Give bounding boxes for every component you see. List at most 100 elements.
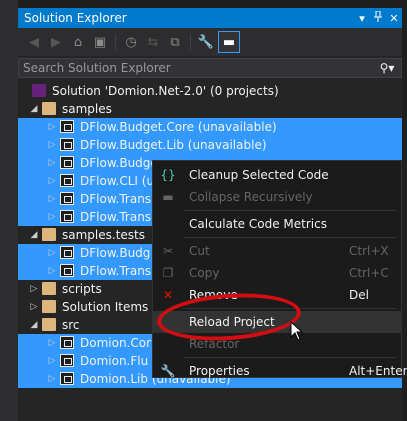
menu-item-reload-project[interactable]: Reload Project	[153, 311, 401, 333]
project-icon	[60, 354, 74, 367]
folder-icon	[42, 228, 56, 241]
menu-item-label: Collapse Recursively	[189, 190, 313, 204]
toolbar-separator	[115, 34, 116, 50]
tree-item-label: src	[62, 318, 80, 332]
remove-icon: ✕	[162, 288, 174, 302]
collapsed-arrow-icon[interactable]: ▷	[46, 334, 58, 352]
menu-item-remove[interactable]: ✕ Remove Del	[153, 284, 401, 306]
minus-icon: ▬	[162, 190, 174, 204]
collapsed-arrow-icon[interactable]: ▷	[46, 190, 58, 208]
tree-item-label: DFlow.Trans	[80, 210, 152, 224]
project-icon	[60, 156, 74, 169]
tree-item-label: samples	[62, 102, 112, 116]
menu-separator	[183, 237, 397, 238]
tree-item-label: DFlow.Budg	[80, 246, 151, 260]
collapsed-arrow-icon[interactable]: ▷	[46, 118, 58, 136]
collapsed-arrow-icon[interactable]: ▷	[46, 352, 58, 370]
menu-item-label: Copy	[189, 266, 220, 280]
sync-icon[interactable]: ⇆	[143, 32, 163, 52]
collapsed-arrow-icon[interactable]: ▷	[28, 280, 40, 298]
expanded-arrow-icon[interactable]: ◢	[28, 226, 40, 244]
menu-separator	[183, 210, 397, 211]
menu-item-shortcut: Ctrl+X	[349, 244, 389, 258]
tree-project-row[interactable]: ▷ DFlow.Budget.Lib (unavailable)	[18, 136, 402, 154]
tree-item-label: Domion.Flu	[80, 354, 149, 368]
search-icon[interactable]: ⚲▾	[373, 61, 401, 75]
expanded-arrow-icon[interactable]: ◢	[28, 100, 40, 118]
collapsed-arrow-icon[interactable]: ▷	[46, 208, 58, 226]
collapsed-arrow-icon[interactable]: ▷	[46, 172, 58, 190]
properties-wrench-icon[interactable]: 🔧	[196, 32, 216, 52]
tree-solution-row[interactable]: Solution 'Domion.Net-2.0' (0 projects)	[18, 82, 402, 100]
menu-item-label: Cut	[189, 244, 210, 258]
collapsed-arrow-icon[interactable]: ▷	[46, 244, 58, 262]
folder-icon	[42, 300, 56, 313]
search-box: ⚲▾	[18, 58, 402, 78]
menu-item-cleanup-selected-code[interactable]: {} Cleanup Selected Code	[153, 164, 401, 186]
folder-icon	[42, 318, 56, 331]
expanded-arrow-icon[interactable]: ◢	[28, 316, 40, 334]
tree-item-label: Solution 'Domion.Net-2.0' (0 projects)	[52, 84, 279, 98]
collapsed-arrow-icon[interactable]: ▷	[46, 136, 58, 154]
home-icon[interactable]: ⌂	[68, 32, 88, 52]
menu-item-properties[interactable]: 🔧 Properties Alt+Enter	[153, 360, 407, 382]
collapsed-arrow-icon[interactable]: ▷	[28, 298, 40, 316]
toolbar: ◀ ▶ ⌂ ▣ ◷ ⇆ ⧉ 🔧 ▬	[18, 28, 402, 56]
menu-item-label: Reload Project	[189, 315, 275, 329]
tree-item-label: DFlow.Budget.Lib (unavailable)	[80, 138, 267, 152]
menu-item-label: Remove	[189, 288, 238, 302]
tree-folder-row[interactable]: ◢ samples	[18, 100, 402, 118]
collapse-all-icon[interactable]: ⧉	[165, 32, 185, 52]
project-icon	[60, 174, 74, 187]
tree-item-label: DFlow.Trans	[80, 264, 152, 278]
collapsed-arrow-icon[interactable]: ▷	[46, 154, 58, 172]
project-icon	[60, 120, 74, 133]
search-input[interactable]	[19, 60, 373, 76]
project-icon	[60, 192, 74, 205]
menu-item-shortcut: Del	[349, 288, 369, 302]
scissors-icon: ✂	[162, 244, 174, 258]
window-title: Solution Explorer	[24, 11, 127, 25]
menu-item-copy[interactable]: ❐ Copy Ctrl+C	[153, 262, 401, 284]
menu-item-label: Cleanup Selected Code	[189, 168, 329, 182]
tree-item-label: samples.tests	[62, 228, 145, 242]
tree-item-label: DFlow.Budge	[80, 156, 158, 170]
menu-separator	[183, 357, 397, 358]
pending-changes-icon[interactable]: ◷	[121, 32, 141, 52]
menu-separator	[183, 308, 397, 309]
tree-item-label: DFlow.Trans	[80, 192, 152, 206]
tree-item-label: DFlow.CLI (u	[80, 174, 155, 188]
left-dock-strip	[0, 0, 18, 421]
chevron-down-icon[interactable]: ▾	[354, 12, 370, 25]
preview-selected-icon[interactable]: ▬	[218, 31, 240, 53]
tree-item-label: Solution Items	[62, 300, 149, 314]
collapsed-arrow-icon[interactable]: ▷	[46, 262, 58, 280]
project-icon	[60, 210, 74, 223]
switch-views-icon[interactable]: ▣	[90, 32, 110, 52]
menu-item-calculate-code-metrics[interactable]: Calculate Code Metrics	[153, 213, 401, 235]
project-icon	[60, 264, 74, 277]
close-icon[interactable]: ✕	[386, 12, 402, 25]
solution-icon	[32, 84, 46, 97]
context-menu: {} Cleanup Selected Code ▬ Collapse Recursi…	[152, 160, 407, 378]
forward-icon[interactable]: ▶	[46, 32, 66, 52]
menu-item-label: Calculate Code Metrics	[189, 217, 327, 231]
tree-item-label: DFlow.Budget.Core (unavailable)	[80, 120, 277, 134]
title-bar: Solution Explorer ▾ ✕	[18, 8, 402, 28]
copy-icon: ❐	[162, 266, 174, 280]
menu-item-cut[interactable]: ✂ Cut Ctrl+X	[153, 240, 401, 262]
menu-item-collapse-recursively[interactable]: ▬ Collapse Recursively	[153, 186, 401, 208]
menu-item-refactor[interactable]: Refactor	[153, 333, 401, 355]
tree-project-row[interactable]: ▷ DFlow.Budget.Core (unavailable)	[18, 118, 402, 136]
menu-item-shortcut: Ctrl+C	[349, 266, 389, 280]
menu-item-label: Refactor	[189, 337, 240, 351]
toolbar-separator	[190, 34, 191, 50]
folder-icon	[42, 102, 56, 115]
menu-item-shortcut: Alt+Enter	[349, 364, 407, 378]
tree-item-label: Domion.Cor	[80, 336, 152, 350]
folder-icon	[42, 282, 56, 295]
menu-item-label: Properties	[189, 364, 250, 378]
back-icon[interactable]: ◀	[24, 32, 44, 52]
collapsed-arrow-icon[interactable]: ▷	[46, 370, 58, 388]
pin-icon[interactable]	[370, 10, 386, 25]
